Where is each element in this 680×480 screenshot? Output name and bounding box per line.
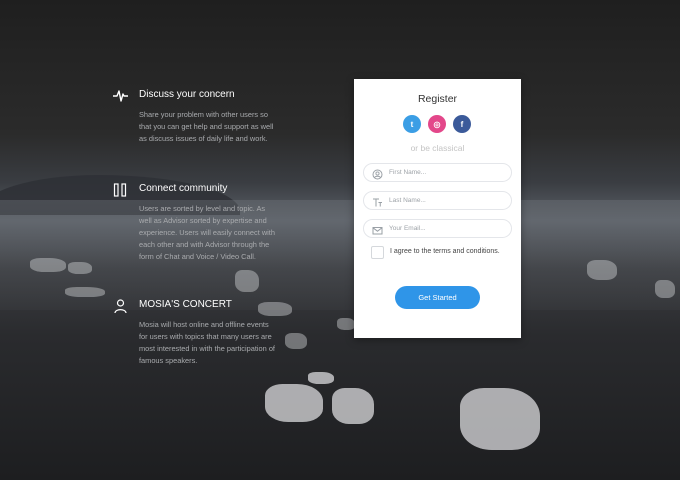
dribbble-icon: ◎ xyxy=(433,119,441,129)
register-card: Register t ◎ f or be classical I agree t… xyxy=(354,79,521,338)
last-name-input[interactable] xyxy=(389,194,499,207)
ice-chunk xyxy=(655,280,675,298)
text-icon xyxy=(372,195,383,207)
terms-label: I agree to the terms and conditions. xyxy=(390,248,500,255)
columns-icon xyxy=(112,182,128,198)
terms-checkbox[interactable] xyxy=(371,246,384,259)
get-started-button[interactable]: Get Started xyxy=(395,286,480,309)
facebook-button[interactable]: f xyxy=(453,115,471,133)
ice-chunk xyxy=(332,388,374,424)
ice-chunk xyxy=(30,258,66,272)
twitter-button[interactable]: t xyxy=(403,115,421,133)
email-input[interactable] xyxy=(389,222,499,235)
feature-text: Share your problem with other users so t… xyxy=(139,110,274,143)
face-icon xyxy=(372,167,383,180)
email-field[interactable] xyxy=(363,219,512,238)
feature-text: Mosia will host online and offline event… xyxy=(139,320,275,365)
ice-chunk xyxy=(265,384,323,422)
ice-chunk xyxy=(587,260,617,280)
feature-title: Discuss your concern xyxy=(139,89,235,100)
register-title: Register xyxy=(417,93,458,105)
feature-text: Users are sorted by level and topic. As … xyxy=(139,204,275,261)
user-icon xyxy=(112,298,128,314)
facebook-icon: f xyxy=(460,119,464,129)
background-scene xyxy=(0,0,680,480)
dribbble-button[interactable]: ◎ xyxy=(428,115,446,133)
register-subtitle: or be classical xyxy=(410,143,465,153)
mail-icon xyxy=(372,223,383,235)
ice-chunk xyxy=(65,287,105,297)
ice-chunk xyxy=(235,270,259,292)
ice-chunk xyxy=(68,262,92,274)
last-name-field[interactable] xyxy=(363,191,512,210)
pulse-icon xyxy=(112,88,128,104)
first-name-field[interactable] xyxy=(363,163,512,182)
ice-chunk xyxy=(337,318,355,330)
twitter-icon: t xyxy=(410,119,414,129)
first-name-input[interactable] xyxy=(389,166,499,179)
ice-chunk xyxy=(258,302,292,316)
ice-chunk xyxy=(308,372,334,384)
feature-title: MOSIA'S CONCERT xyxy=(139,299,232,310)
ice-chunk xyxy=(460,388,540,450)
feature-title: Connect community xyxy=(139,183,228,194)
ice-chunk xyxy=(285,333,307,349)
